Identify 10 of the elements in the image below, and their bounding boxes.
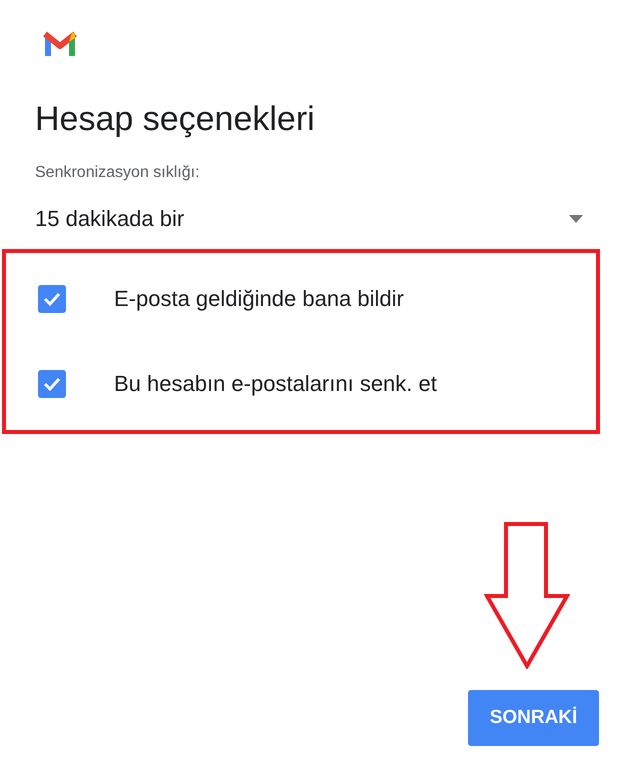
- option-label: Bu hesabın e-postalarını senk. et: [114, 371, 437, 397]
- checkbox[interactable]: [38, 285, 66, 313]
- field-label: Senkronizasyon sıklığı:: [35, 164, 200, 182]
- next-button[interactable]: SONRAKİ: [468, 690, 599, 746]
- mail-logo-icon: [42, 30, 78, 58]
- page-title: Hesap seçenekleri: [35, 100, 315, 139]
- checkbox[interactable]: [38, 370, 66, 398]
- frequency-dropdown[interactable]: 15 dakikada bir: [35, 203, 583, 235]
- option-label: E-posta geldiğinde bana bildir: [114, 286, 404, 312]
- dropdown-caret-icon: [569, 215, 583, 223]
